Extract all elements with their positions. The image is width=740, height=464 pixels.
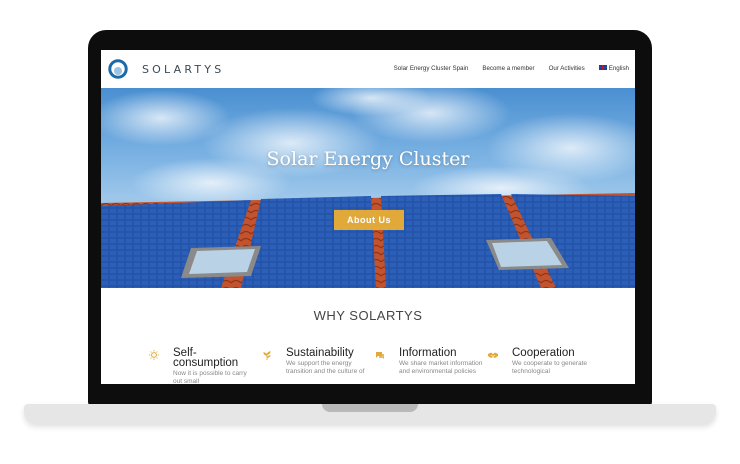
language-label: English (608, 65, 629, 72)
uk-flag-icon (598, 65, 607, 70)
nav-item-activities[interactable]: Our Activities (549, 65, 585, 72)
feature-text: We support the energy transition and the… (286, 360, 365, 375)
laptop-base (24, 404, 716, 424)
feature-text: We cooperate to generate technological (512, 360, 588, 375)
main-nav: Solar Energy Cluster Spain Become a memb… (394, 65, 629, 72)
website-screen: SOLARTYS Solar Energy Cluster Spain Beco… (101, 50, 635, 384)
feature-title: Sustainability (286, 347, 354, 359)
why-section-title: WHY SOLARTYS (313, 308, 423, 323)
solartys-logo[interactable] (108, 59, 128, 79)
hero-title: Solar Energy Cluster (266, 148, 470, 170)
hero-banner: Solar Energy Cluster About Us (101, 88, 635, 288)
feature-title: Information (399, 347, 457, 359)
brand-name[interactable]: SOLARTYS (142, 63, 224, 76)
language-selector[interactable]: English (598, 65, 629, 72)
feature-text: Now it is possible to carry out small (173, 370, 247, 384)
solar-roof-image (101, 88, 635, 288)
site-header: SOLARTYS Solar Energy Cluster Spain Beco… (101, 50, 635, 88)
feature-title: Self-consumption (173, 347, 239, 369)
nav-item-become-member[interactable]: Become a member (482, 65, 534, 72)
sun-icon (149, 350, 159, 360)
chat-icon (376, 352, 384, 360)
handshake-icon (488, 352, 498, 358)
about-us-button[interactable]: About Us (334, 210, 404, 230)
feature-title: Cooperation (512, 347, 575, 359)
feature-text: We share market information and environm… (399, 360, 483, 375)
leaf-icon (263, 351, 271, 360)
nav-item-solar-cluster[interactable]: Solar Energy Cluster Spain (394, 65, 469, 72)
